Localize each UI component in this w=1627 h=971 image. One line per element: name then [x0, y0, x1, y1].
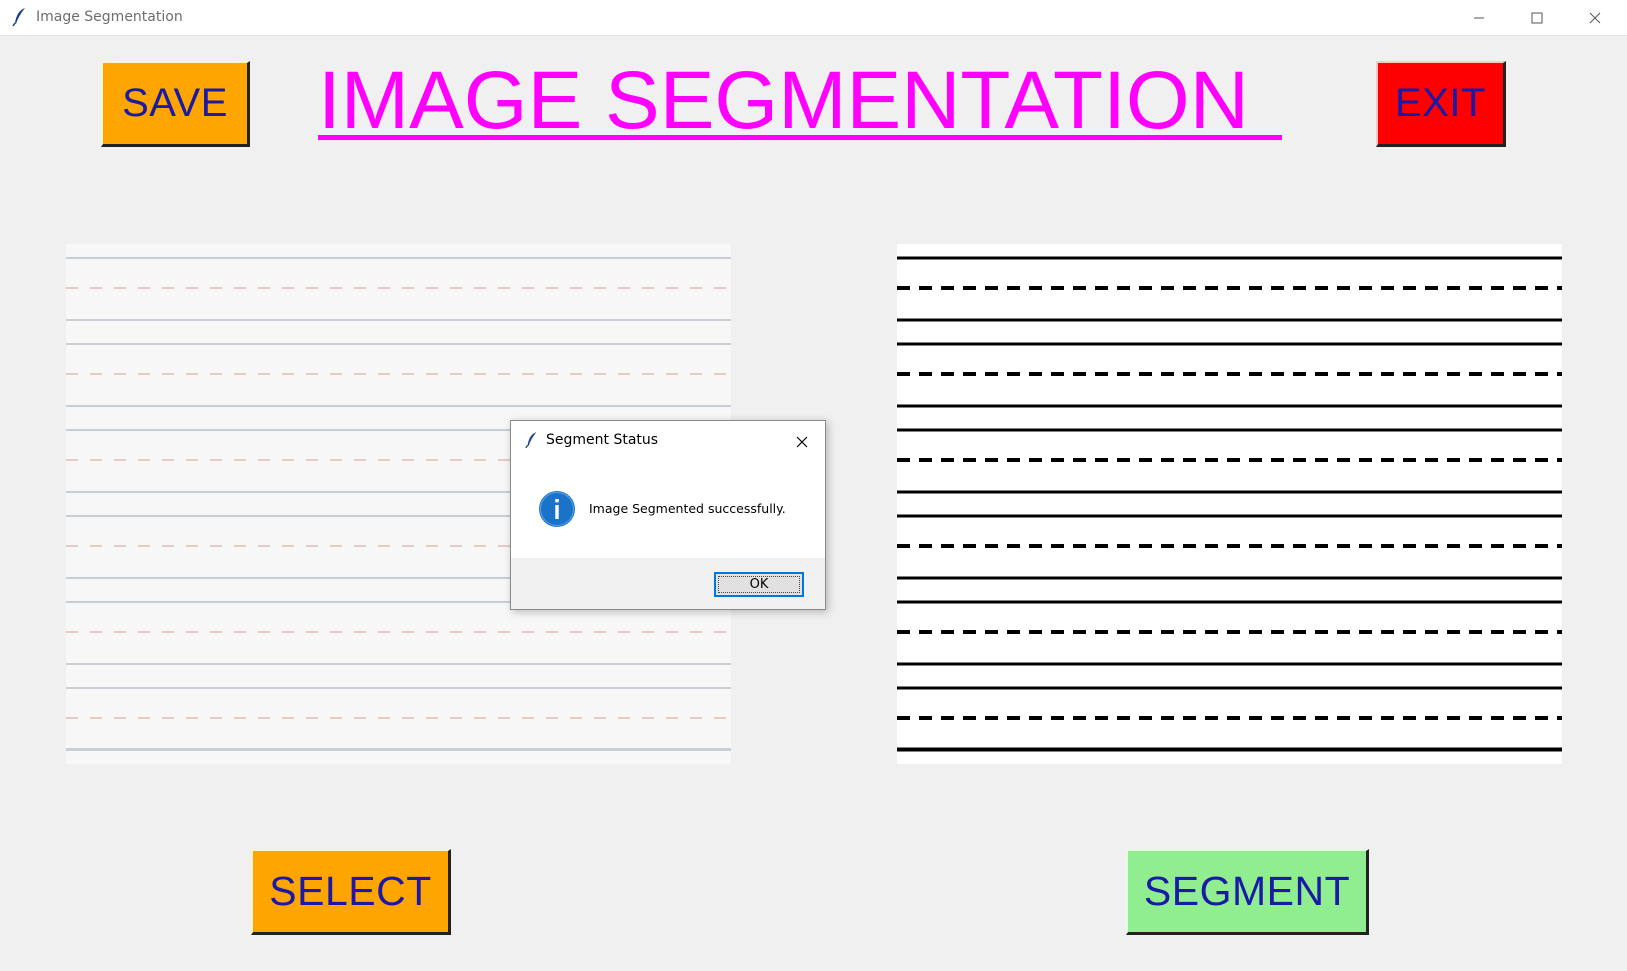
dialog-close-button[interactable] — [791, 431, 813, 453]
close-icon — [1589, 12, 1601, 23]
close-icon — [796, 436, 808, 448]
minimize-icon — [1474, 17, 1484, 18]
maximize-button[interactable] — [1508, 0, 1566, 35]
ok-button[interactable]: OK — [714, 572, 804, 597]
feather-icon — [525, 431, 539, 449]
segment-status-dialog: Segment Status Image Segmented successfu… — [510, 420, 826, 610]
close-button[interactable] — [1566, 0, 1624, 35]
minimize-button[interactable] — [1450, 0, 1508, 35]
maximize-icon — [1531, 12, 1543, 23]
segmented-image-panel — [897, 244, 1562, 764]
title-underline — [318, 135, 1282, 140]
save-button[interactable]: SAVE — [101, 61, 250, 147]
exit-button[interactable]: EXIT — [1376, 61, 1506, 147]
dialog-title: Segment Status — [546, 432, 659, 448]
dialog-message: Image Segmented successfully. — [589, 501, 786, 516]
select-button[interactable]: SELECT — [251, 849, 451, 935]
feather-icon — [12, 7, 28, 27]
window-titlebar: Image Segmentation — [0, 0, 1627, 36]
info-icon — [538, 490, 576, 528]
page-title: IMAGE SEGMENTATION — [318, 55, 1249, 146]
window-title: Image Segmentation — [36, 9, 183, 25]
segment-button[interactable]: SEGMENT — [1126, 849, 1369, 935]
dialog-footer: OK — [511, 558, 825, 609]
ok-label: OK — [749, 577, 769, 592]
segmented-image — [897, 256, 1562, 752]
